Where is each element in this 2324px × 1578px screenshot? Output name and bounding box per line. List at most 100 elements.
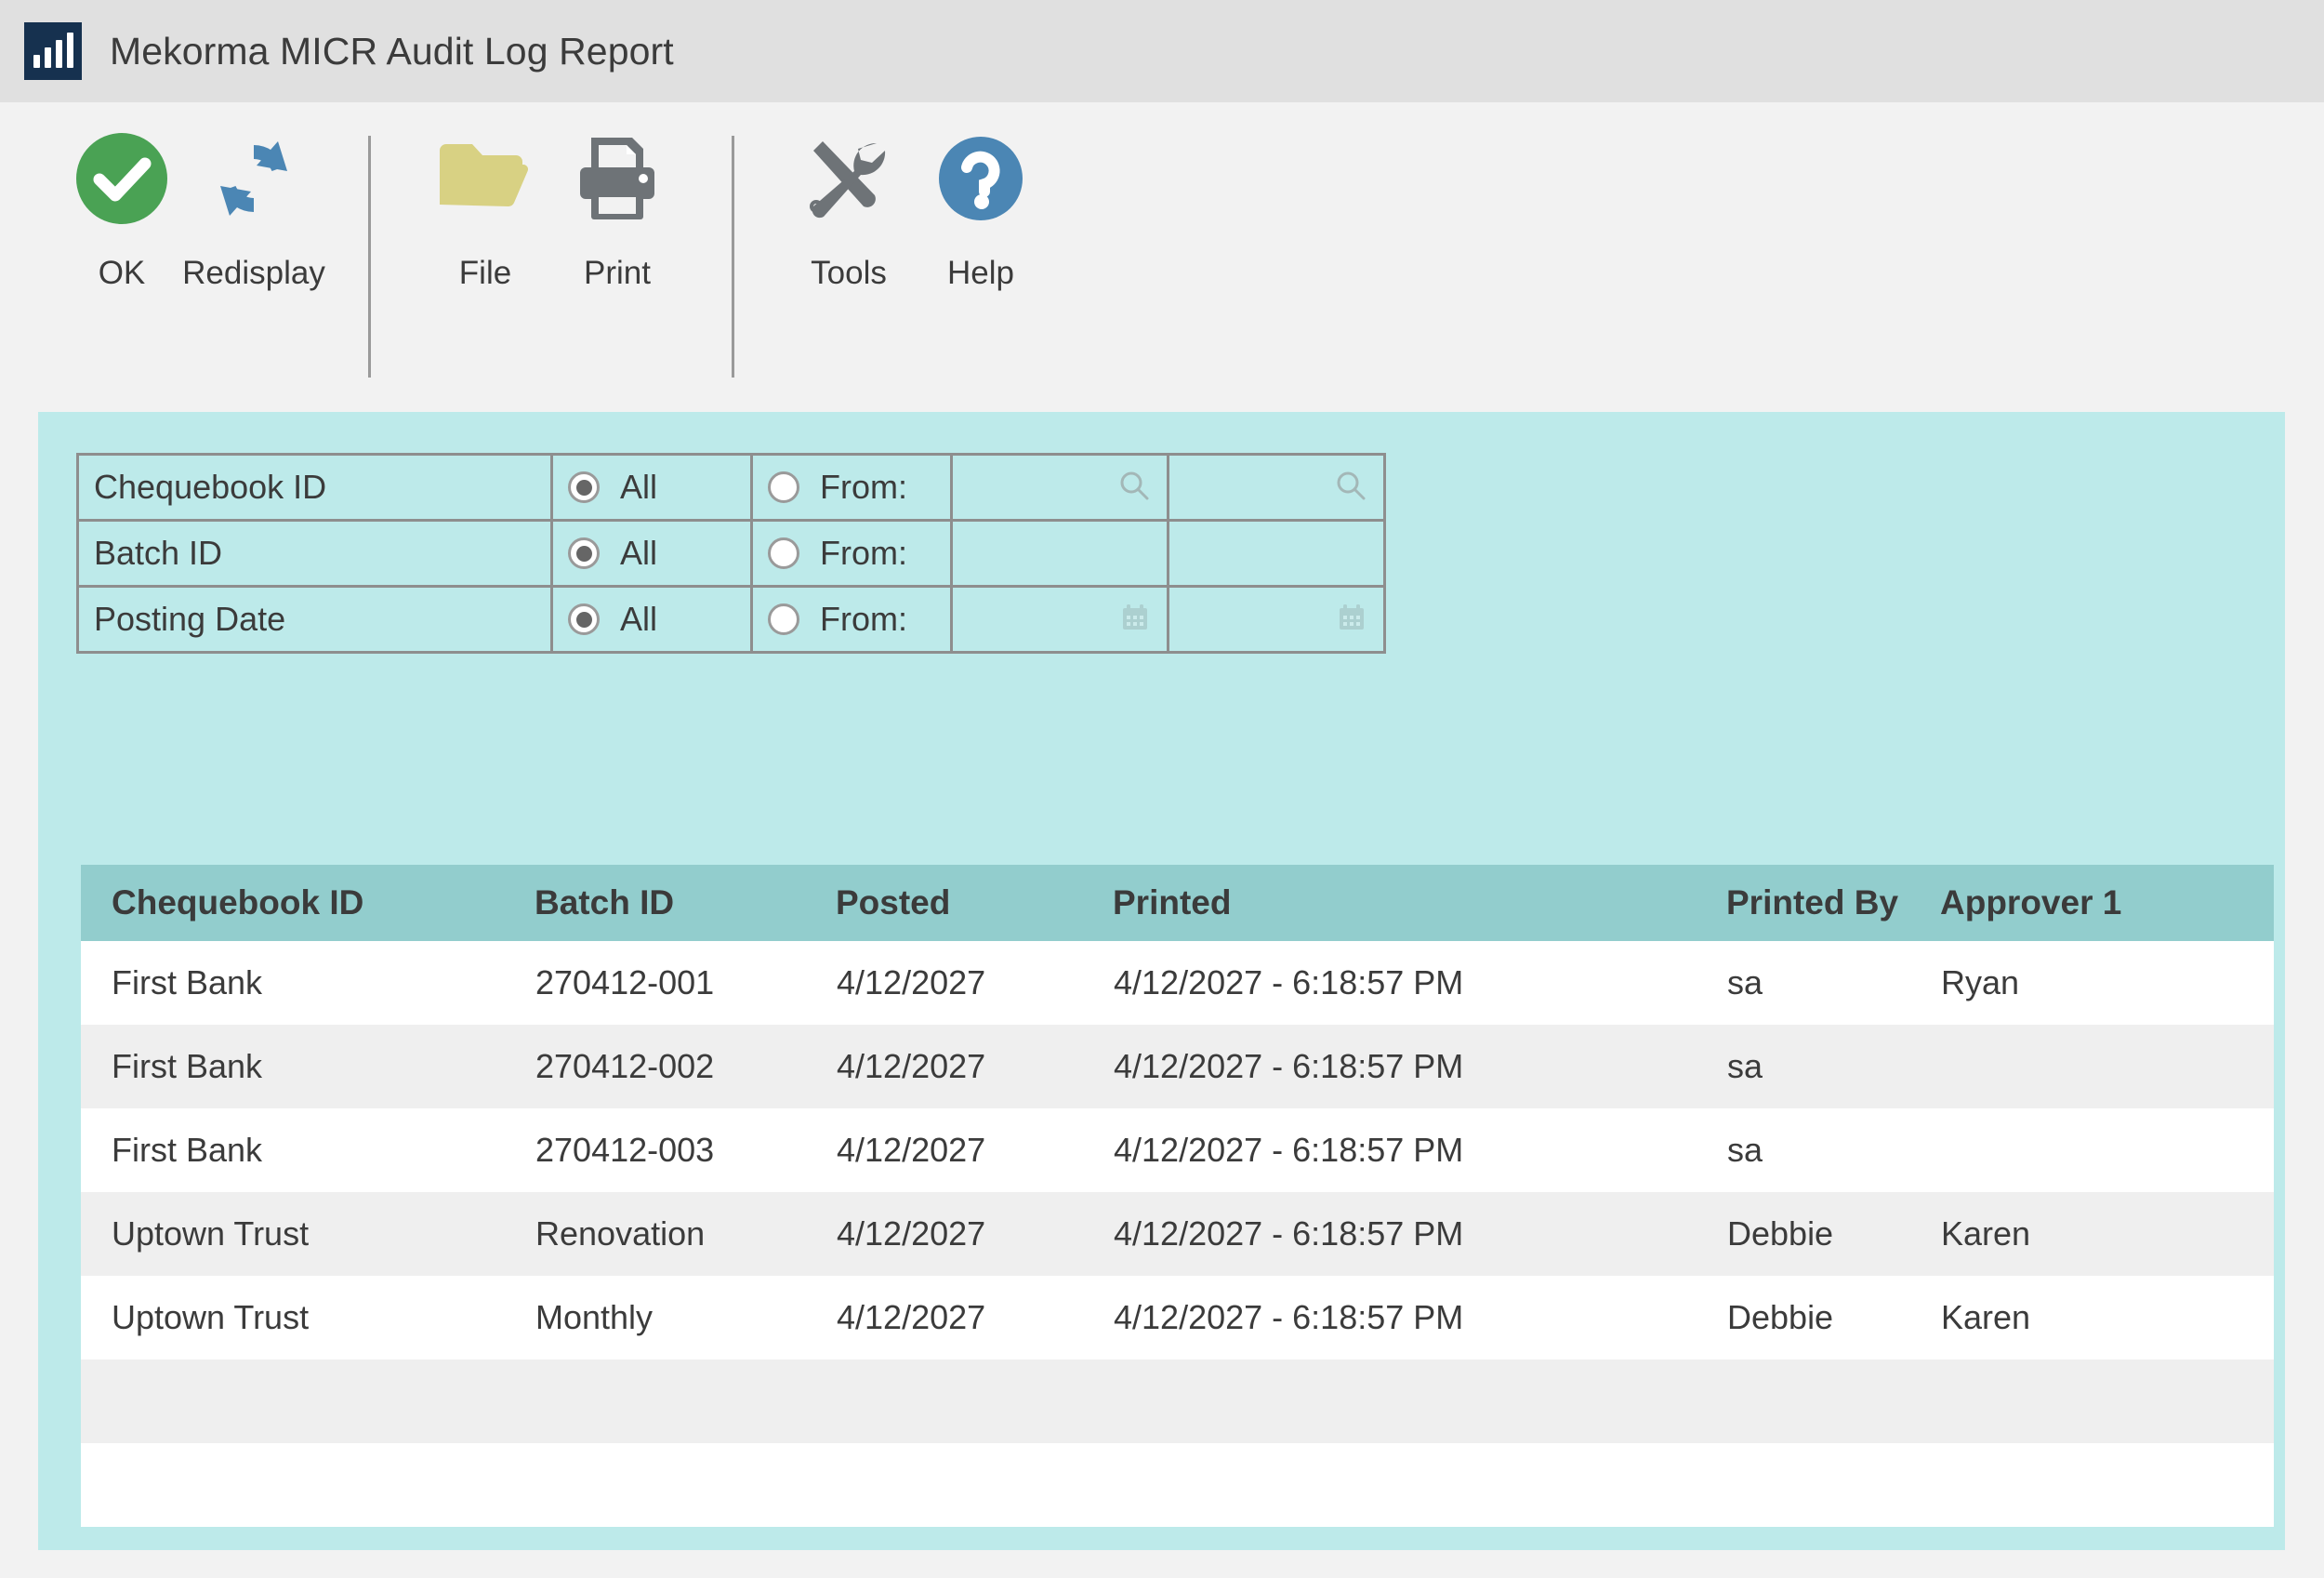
cell-printed: 4/12/2027 - 6:18:57 PM	[1113, 1025, 1726, 1108]
cell-printed: 4/12/2027 - 6:18:57 PM	[1113, 1276, 1726, 1359]
cell-approver-1	[1940, 1025, 2274, 1108]
filter-all-chequebook[interactable]: All	[552, 455, 752, 521]
filter-from-input-posting-date[interactable]	[952, 587, 1169, 653]
cell-printed-by	[1726, 1443, 1940, 1527]
radio-from-label-chequebook: From:	[820, 468, 907, 507]
radio-all-label-batch: All	[620, 534, 657, 573]
cell-printed	[1113, 1443, 1726, 1527]
cell-posted: 4/12/2027	[836, 1108, 1113, 1192]
redisplay-button[interactable]: Redisplay	[188, 123, 320, 292]
cell-batch-id: Monthly	[535, 1276, 836, 1359]
filter-label-posting-date: Posting Date	[78, 587, 552, 653]
cell-printed-by: Debbie	[1726, 1276, 1940, 1359]
folder-open-icon	[434, 123, 536, 234]
check-circle-icon	[73, 123, 170, 234]
cell-posted	[836, 1359, 1113, 1443]
filter-from-chequebook[interactable]: From:	[752, 455, 952, 521]
title-bar: Mekorma MICR Audit Log Report	[0, 0, 2324, 102]
cell-approver-1: Karen	[1940, 1192, 2274, 1276]
cell-printed	[1113, 1359, 1726, 1443]
toolbar-divider-1	[368, 136, 371, 378]
filter-row-posting-date: Posting Date All From:	[78, 587, 1385, 653]
cell-posted: 4/12/2027	[836, 1025, 1113, 1108]
table-row[interactable]: Uptown Trust Renovation 4/12/2027 4/12/2…	[81, 1192, 2274, 1276]
cell-printed-by: Debbie	[1726, 1192, 1940, 1276]
radio-from-label-posting-date: From:	[820, 600, 907, 639]
bar-chart-icon	[24, 22, 82, 80]
radio-all-posting-date[interactable]	[568, 603, 600, 635]
column-header-batch-id[interactable]: Batch ID	[535, 865, 836, 941]
radio-from-label-batch: From:	[820, 534, 907, 573]
cell-approver-1	[1940, 1359, 2274, 1443]
column-header-printed-by[interactable]: Printed By	[1726, 865, 1940, 941]
table-row-empty[interactable]	[81, 1443, 2274, 1527]
question-circle-icon	[932, 123, 1029, 234]
cell-printed: 4/12/2027 - 6:18:57 PM	[1113, 1192, 1726, 1276]
radio-from-chequebook[interactable]	[768, 471, 799, 503]
print-button[interactable]: Print	[551, 123, 683, 292]
report-options-panel: Chequebook ID All From:	[38, 412, 2285, 1550]
filter-from-batch[interactable]: From:	[752, 521, 952, 587]
cell-approver-1	[1940, 1443, 2274, 1527]
cell-chequebook-id: Uptown Trust	[81, 1192, 535, 1276]
filter-to-input-chequebook[interactable]	[1169, 455, 1385, 521]
filter-all-batch[interactable]: All	[552, 521, 752, 587]
refresh-icon	[205, 123, 302, 234]
cell-chequebook-id: First Bank	[81, 1108, 535, 1192]
ok-label: OK	[99, 255, 146, 292]
file-button[interactable]: File	[419, 123, 551, 292]
filter-to-input-posting-date[interactable]	[1169, 587, 1385, 653]
radio-all-label-chequebook: All	[620, 468, 657, 507]
cell-printed: 4/12/2027 - 6:18:57 PM	[1113, 941, 1726, 1025]
toolbar-divider-2	[732, 136, 734, 378]
search-icon[interactable]	[1118, 470, 1150, 506]
cell-approver-1	[1940, 1108, 2274, 1192]
cell-batch-id: 270412-002	[535, 1025, 836, 1108]
cell-printed-by: sa	[1726, 1108, 1940, 1192]
filter-from-posting-date[interactable]: From:	[752, 587, 952, 653]
tools-label: Tools	[811, 255, 887, 292]
table-row[interactable]: Uptown Trust Monthly 4/12/2027 4/12/2027…	[81, 1276, 2274, 1359]
calendar-icon[interactable]	[1337, 603, 1367, 637]
cell-posted	[836, 1443, 1113, 1527]
tools-icon	[800, 123, 897, 234]
cell-posted: 4/12/2027	[836, 941, 1113, 1025]
help-button[interactable]: Help	[915, 123, 1047, 292]
filter-row-batch: Batch ID All From:	[78, 521, 1385, 587]
filter-from-input-batch[interactable]	[952, 521, 1169, 587]
table-row[interactable]: First Bank 270412-003 4/12/2027 4/12/202…	[81, 1108, 2274, 1192]
cell-printed-by: sa	[1726, 941, 1940, 1025]
table-row-empty[interactable]	[81, 1359, 2274, 1443]
table-row[interactable]: First Bank 270412-001 4/12/2027 4/12/202…	[81, 941, 2274, 1025]
help-label: Help	[947, 255, 1014, 292]
filter-to-input-batch[interactable]	[1169, 521, 1385, 587]
radio-from-posting-date[interactable]	[768, 603, 799, 635]
tools-button[interactable]: Tools	[783, 123, 915, 292]
radio-all-chequebook[interactable]	[568, 471, 600, 503]
filter-all-posting-date[interactable]: All	[552, 587, 752, 653]
radio-from-batch[interactable]	[768, 537, 799, 569]
column-header-posted[interactable]: Posted	[836, 865, 1113, 941]
cell-chequebook-id: Uptown Trust	[81, 1276, 535, 1359]
radio-all-batch[interactable]	[568, 537, 600, 569]
print-label: Print	[584, 255, 651, 292]
file-label: File	[459, 255, 511, 292]
column-header-printed[interactable]: Printed	[1113, 865, 1726, 941]
cell-chequebook-id	[81, 1443, 535, 1527]
table-row[interactable]: First Bank 270412-002 4/12/2027 4/12/202…	[81, 1025, 2274, 1108]
filter-label-batch: Batch ID	[78, 521, 552, 587]
column-header-chequebook-id[interactable]: Chequebook ID	[81, 865, 535, 941]
cell-posted: 4/12/2027	[836, 1192, 1113, 1276]
table-body: First Bank 270412-001 4/12/2027 4/12/202…	[81, 941, 2274, 1527]
ok-button[interactable]: OK	[56, 123, 188, 292]
calendar-icon[interactable]	[1120, 603, 1150, 637]
toolbar: OK Redisplay File	[0, 102, 2324, 407]
printer-icon	[569, 123, 666, 234]
page-title: Mekorma MICR Audit Log Report	[110, 30, 674, 73]
column-header-approver-1[interactable]: Approver 1	[1940, 865, 2274, 941]
table-header-row: Chequebook ID Batch ID Posted Printed Pr…	[81, 865, 2274, 941]
search-icon[interactable]	[1335, 470, 1367, 506]
cell-printed: 4/12/2027 - 6:18:57 PM	[1113, 1108, 1726, 1192]
cell-approver-1: Karen	[1940, 1276, 2274, 1359]
filter-from-input-chequebook[interactable]	[952, 455, 1169, 521]
